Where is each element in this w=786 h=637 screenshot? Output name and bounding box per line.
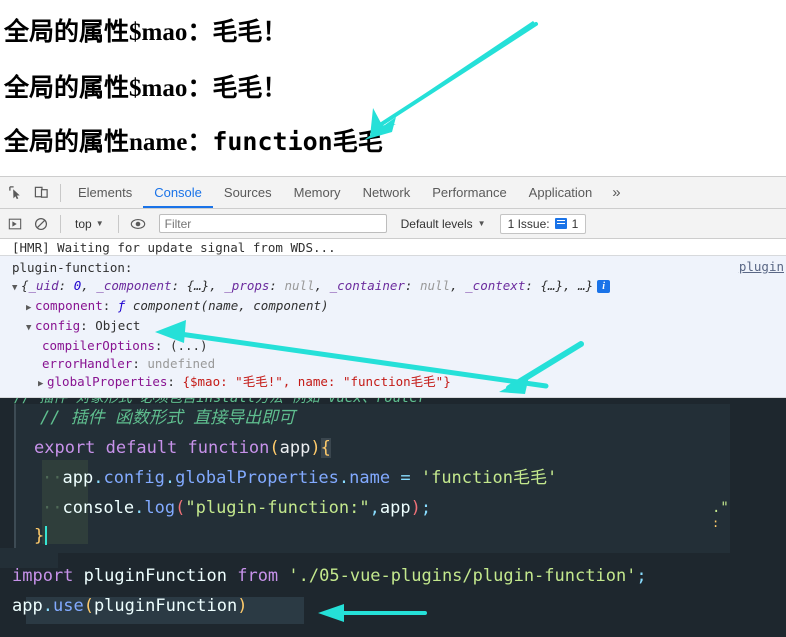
log-levels-label: Default levels xyxy=(400,216,473,231)
devtools-tabbar: Elements Console Sources Memory Network … xyxy=(0,177,786,209)
clear-console-icon[interactable] xyxy=(28,211,54,237)
output-line-1-prefix: 全局的属性$mao： xyxy=(4,19,213,46)
tab-elements[interactable]: Elements xyxy=(67,177,143,208)
execution-context-label: top xyxy=(75,216,92,231)
editor-line-import: import pluginFunction from './05-vue-plu… xyxy=(12,566,647,586)
output-line-2-prefix: 全局的属性$mao： xyxy=(4,75,213,102)
issue-message-icon xyxy=(554,218,567,229)
log-levels-selector[interactable]: Default levels ▼ xyxy=(401,217,486,231)
console-prop-config[interactable]: ▼ config: Object xyxy=(0,317,786,337)
tab-sources[interactable]: Sources xyxy=(213,177,283,208)
output-line-3-prefix: 全局的属性name： xyxy=(4,129,213,156)
tab-performance[interactable]: Performance xyxy=(421,177,517,208)
device-toolbar-icon[interactable] xyxy=(28,180,54,206)
more-tabs-icon[interactable]: » xyxy=(603,177,629,208)
toolbar-divider xyxy=(60,183,61,202)
console-row-object: plugin plugin-function: ▼ {_uid: 0, _comp… xyxy=(0,256,786,398)
console-output: [HMR] Waiting for update signal from WDS… xyxy=(0,239,786,398)
live-expression-icon[interactable] xyxy=(125,211,151,237)
editor-line-close: } xyxy=(34,521,48,551)
issues-badge[interactable]: 1 Issue: 1 xyxy=(499,213,587,234)
chevron-down-icon: ▼ xyxy=(477,219,486,228)
console-filter-input[interactable] xyxy=(158,214,387,233)
editor-line-assign: ··app.config.globalProperties.name = 'fu… xyxy=(42,468,558,488)
text-cursor xyxy=(45,526,48,545)
execution-context-selector[interactable]: top ▼ xyxy=(67,213,112,235)
console-prop-compileroptions[interactable]: compilerOptions: (...) xyxy=(0,337,786,355)
console-prop-errorhandler[interactable]: errorHandler: undefined xyxy=(0,355,786,373)
output-line-2: 全局的属性$mao：毛毛！ xyxy=(4,68,287,104)
disclosure-triangle-closed-icon[interactable]: ▶ xyxy=(26,299,35,317)
devtools-panel: Elements Console Sources Memory Network … xyxy=(0,176,786,398)
console-row-hmr: [HMR] Waiting for update signal from WDS… xyxy=(0,239,786,256)
editor-line-log: ··console.log("plugin-function:",app); xyxy=(42,498,432,518)
editor-line-export: export default function(app){ xyxy=(34,438,331,458)
filterbar-divider-1 xyxy=(60,214,61,233)
issues-count: 1 xyxy=(571,216,579,231)
info-icon[interactable]: i xyxy=(597,280,611,293)
output-line-1: 全局的属性$mao：毛毛！ xyxy=(4,12,287,48)
console-prop-component[interactable]: ▶ component: ƒ component(name, component) xyxy=(0,297,786,317)
execute-snippet-icon[interactable] xyxy=(2,211,28,237)
app-output-pane: 全局的属性$mao：毛毛！ 全局的属性$mao：毛毛！ 全局的属性name：fu… xyxy=(0,0,786,176)
output-line-3: 全局的属性name：function毛毛 xyxy=(4,122,383,158)
editor-gutter-rule xyxy=(14,404,16,553)
output-line-3-value: function毛毛 xyxy=(212,127,383,156)
console-source-link[interactable]: plugin xyxy=(739,259,784,274)
tab-network[interactable]: Network xyxy=(352,177,422,208)
editor-line-use: app.use(pluginFunction) xyxy=(12,596,248,616)
tab-application[interactable]: Application xyxy=(518,177,604,208)
output-line-1-value: 毛毛！ xyxy=(212,19,288,46)
disclosure-triangle-closed-icon[interactable]: ▶ xyxy=(38,375,47,393)
tab-memory[interactable]: Memory xyxy=(283,177,352,208)
issues-label: 1 Issue: xyxy=(507,216,550,231)
chevron-down-icon: ▼ xyxy=(95,219,104,228)
output-line-2-value: 毛毛！ xyxy=(212,75,288,102)
editor-bg-fragment-2: : xyxy=(712,516,720,530)
tab-console[interactable]: Console xyxy=(143,177,213,208)
disclosure-triangle-open-icon[interactable]: ▼ xyxy=(26,319,35,337)
console-object-summary[interactable]: ▼ {_uid: 0, _component: {…}, _props: null… xyxy=(0,277,786,297)
filterbar-divider-2 xyxy=(117,214,119,233)
console-message-label: plugin-function: xyxy=(12,260,133,275)
editor-line-comment: // 插件 函数形式 直接导出即可 xyxy=(40,408,296,428)
console-filter-bar: top ▼ Default levels ▼ 1 Issue: 1 xyxy=(0,209,786,239)
disclosure-triangle-open-icon[interactable]: ▼ xyxy=(12,279,21,297)
code-editor-pane[interactable]: // 插件 对象形式 必须包含install方法 例如 vuex、router … xyxy=(0,398,786,637)
inspect-element-icon[interactable] xyxy=(2,180,28,206)
console-prop-globalproperties[interactable]: ▶ globalProperties: {$mao: "毛毛!", name: "… xyxy=(0,373,786,393)
